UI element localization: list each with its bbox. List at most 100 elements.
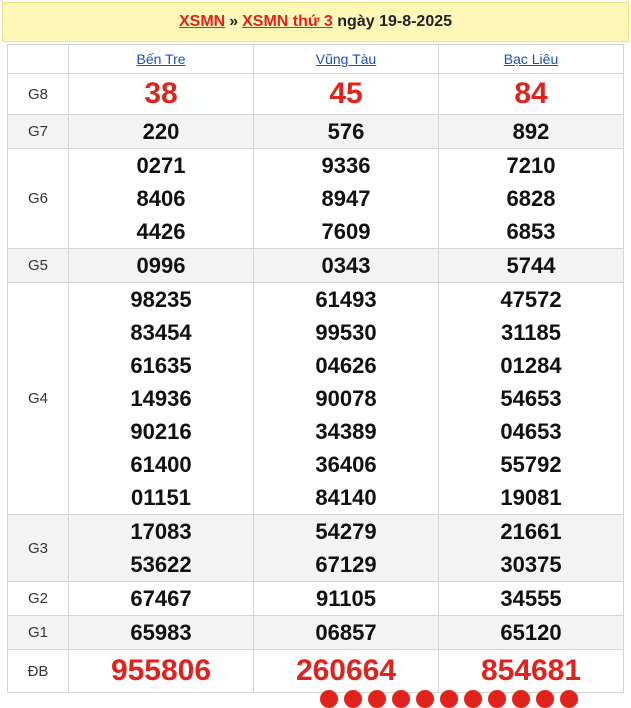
- prize-cell: 91105: [253, 581, 439, 616]
- prize-number: 84140: [315, 485, 377, 510]
- prize-number: 955806: [110, 654, 212, 687]
- prize-number: 55792: [500, 452, 562, 477]
- prize-number: 67467: [130, 586, 192, 611]
- prize-number: 67129: [315, 552, 377, 577]
- province-ben-tre-link[interactable]: Bến Tre: [136, 51, 185, 67]
- dot-icon: [560, 690, 578, 708]
- xsmn-tuesday-link[interactable]: XSMN thứ 3: [242, 13, 333, 30]
- prize-number: 84: [514, 77, 548, 110]
- province-vung-tau-link[interactable]: Vũng Tàu: [316, 51, 376, 67]
- dot-icon: [320, 690, 338, 708]
- prize-label: ĐB: [7, 649, 69, 693]
- dot-icon: [488, 690, 506, 708]
- prize-row-g7: G7 220 576 892: [7, 114, 624, 149]
- dot-icon: [512, 690, 530, 708]
- prize-number: 4426: [136, 219, 186, 244]
- prize-number: 61493: [315, 287, 377, 312]
- results-body: G8 38 45 84 G7 220 576 892 G6 0271 8406 4426 9336 894…: [7, 73, 624, 693]
- dot-icon: [368, 690, 386, 708]
- prize-cell: 21661 30375: [438, 514, 624, 582]
- prize-number: 04653: [500, 419, 562, 444]
- dot-icon: [440, 690, 458, 708]
- prize-cell: 34555: [438, 581, 624, 616]
- prize-cell: 576: [253, 114, 439, 149]
- prize-row-g1: G1 65983 06857 65120: [7, 615, 624, 650]
- prize-cell: 9336 8947 7609: [253, 148, 439, 249]
- prize-row-g5: G5 0996 0343 5744: [7, 248, 624, 283]
- results-table: Bến Tre Vũng Tàu Bạc Liêu G8 38 45 84 G7 220 5…: [7, 44, 624, 693]
- prize-cell: 98235 83454 61635 14936 90216 61400 01151: [68, 282, 254, 515]
- dot-icon: [536, 690, 554, 708]
- prize-cell: 47572 31185 01284 54653 04653 55792 19081: [438, 282, 624, 515]
- prize-number: 83454: [130, 320, 192, 345]
- prize-cell: 5744: [438, 248, 624, 283]
- xsmn-link[interactable]: XSMN: [179, 13, 225, 30]
- prize-cell: 7210 6828 6853: [438, 148, 624, 249]
- prize-row-g4: G4 98235 83454 61635 14936 90216 61400 01151 614…: [7, 282, 624, 515]
- prize-row-db: ĐB 955806 260664 854681: [7, 649, 624, 693]
- prize-number: 6828: [506, 186, 556, 211]
- prize-cell: 84: [438, 73, 624, 115]
- prize-number: 21661: [500, 519, 562, 544]
- prize-number: 90216: [130, 419, 192, 444]
- prize-number: 36406: [315, 452, 377, 477]
- prize-cell: 61493 99530 04626 90078 34389 36406 84140: [253, 282, 439, 515]
- prize-cell: 38: [68, 73, 254, 115]
- results-page: XSMN» XSMN thứ 3 ngày 19-8-2025 Bến Tre V…: [0, 0, 631, 708]
- prize-number: 576: [327, 119, 365, 144]
- prize-label: G1: [7, 615, 69, 650]
- prize-number: 17083: [130, 519, 192, 544]
- prize-number: 7609: [321, 219, 371, 244]
- prize-number: 38: [144, 77, 178, 110]
- prize-number: 6853: [506, 219, 556, 244]
- prize-number: 53622: [130, 552, 192, 577]
- prize-number: 54653: [500, 386, 562, 411]
- prize-cell: 17083 53622: [68, 514, 254, 582]
- prize-number: 01151: [131, 485, 191, 510]
- prize-label: G3: [7, 514, 69, 582]
- prize-number: 47572: [500, 287, 562, 312]
- prize-cell: 06857: [253, 615, 439, 650]
- prize-cell: 260664: [253, 649, 439, 693]
- prize-number: 8406: [136, 186, 186, 211]
- results-header: XSMN» XSMN thứ 3 ngày 19-8-2025: [2, 2, 629, 42]
- prize-label-header: [7, 44, 69, 74]
- prize-number: 14936: [130, 386, 192, 411]
- prize-label: G5: [7, 248, 69, 283]
- prize-cell: 955806: [68, 649, 254, 693]
- prize-number: 8947: [321, 186, 371, 211]
- prize-row-g3: G3 17083 53622 54279 67129 21661 30375: [7, 514, 624, 582]
- prize-cell: 0271 8406 4426: [68, 148, 254, 249]
- prize-cell: 65983: [68, 615, 254, 650]
- prize-number: 0271: [136, 153, 186, 178]
- prize-number: 99530: [315, 320, 377, 345]
- prize-number: 19081: [500, 485, 562, 510]
- prize-number: 06857: [315, 620, 377, 645]
- prize-cell: 65120: [438, 615, 624, 650]
- prize-cell: 0996: [68, 248, 254, 283]
- prize-number: 61635: [130, 353, 192, 378]
- prize-number: 65983: [130, 620, 192, 645]
- province-bac-lieu-link[interactable]: Bạc Liêu: [504, 51, 558, 67]
- prize-number: 260664: [295, 654, 397, 687]
- prize-number: 30375: [500, 552, 562, 577]
- prize-number: 61400: [130, 452, 192, 477]
- prize-cell: 45: [253, 73, 439, 115]
- prize-cell: 54279 67129: [253, 514, 439, 582]
- prize-number: 91105: [316, 586, 376, 611]
- prize-cell: 67467: [68, 581, 254, 616]
- prize-label: G7: [7, 114, 69, 149]
- prize-label: G4: [7, 282, 69, 515]
- prize-number: 5744: [506, 253, 556, 278]
- prize-number: 98235: [130, 287, 192, 312]
- prize-number: 0996: [136, 253, 186, 278]
- dot-icon: [344, 690, 362, 708]
- prize-cell: 854681: [438, 649, 624, 693]
- prize-number: 34389: [315, 419, 377, 444]
- prize-number: 9336: [321, 153, 371, 178]
- province-header-row: Bến Tre Vũng Tàu Bạc Liêu: [7, 44, 624, 74]
- prize-cell: 220: [68, 114, 254, 149]
- prize-number: 0343: [321, 253, 371, 278]
- prize-number: 220: [142, 119, 180, 144]
- prize-cell: 892: [438, 114, 624, 149]
